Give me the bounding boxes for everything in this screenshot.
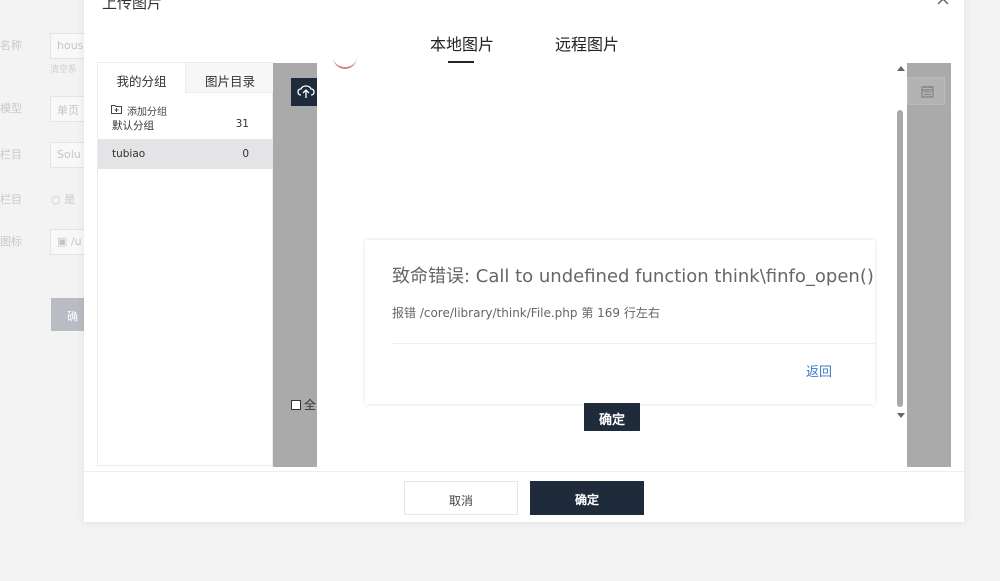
back-link[interactable]: 返回 xyxy=(806,361,832,380)
scroll-up-icon[interactable] xyxy=(897,66,905,71)
group-name: 默认分组 xyxy=(112,120,154,132)
group-count: 0 xyxy=(242,148,249,160)
tab-remote-images[interactable]: 远程图片 xyxy=(555,31,619,55)
tab-local-images[interactable]: 本地图片 xyxy=(430,31,494,55)
close-icon[interactable] xyxy=(934,0,952,8)
error-frame: 致命错误: Call to undefined function think\f… xyxy=(317,63,907,467)
image-icon: ▣ xyxy=(57,235,71,248)
scroll-thumb[interactable] xyxy=(897,110,903,407)
modal-title: 上传图片 xyxy=(102,0,163,12)
bg-label-model: 模型 xyxy=(0,102,22,115)
group-item-default[interactable]: 默认分组 31 xyxy=(98,109,273,139)
bg-input-icon-value: /u xyxy=(70,235,82,248)
date-picker[interactable] xyxy=(907,77,945,105)
select-all-checkbox[interactable]: 全 xyxy=(291,396,316,413)
error-detail: 报错 /core/library/think/File.php 第 169 行左… xyxy=(392,306,660,320)
footer-divider xyxy=(84,471,964,472)
bg-clear-text: 清空系 xyxy=(50,65,78,75)
group-panel: 我的分组 图片目录 添加分组 默认分组 31 tubiao 0 xyxy=(97,62,274,466)
divider xyxy=(392,343,875,344)
checkbox-icon xyxy=(291,399,301,410)
group-item-tubiao[interactable]: tubiao 0 xyxy=(98,139,273,169)
inner-confirm-button[interactable]: 确定 xyxy=(584,403,640,431)
select-all-label: 全 xyxy=(304,398,317,412)
group-name: tubiao xyxy=(112,148,146,160)
scroll-down-icon[interactable] xyxy=(897,413,905,418)
tab-my-groups[interactable]: 我的分组 xyxy=(98,63,186,93)
bg-label-column: 栏目 xyxy=(0,148,22,161)
bg-label-column-2: 栏目 xyxy=(0,193,22,206)
error-title: 致命错误: Call to undefined function think\f… xyxy=(392,266,874,287)
group-panel-tabs: 我的分组 图片目录 xyxy=(98,63,274,93)
calendar-icon xyxy=(921,86,934,98)
group-count: 31 xyxy=(235,118,249,130)
bg-radio-label: 是 xyxy=(64,193,76,206)
bg-label-name: 名称 xyxy=(0,39,22,52)
bg-radio[interactable]: ○ 是 xyxy=(51,191,75,207)
cancel-button[interactable]: 取消 xyxy=(404,481,518,515)
upload-image-modal: 上传图片 本地图片 远程图片 我的分组 图片目录 添加分组 默认分组 31 tu… xyxy=(84,0,964,522)
tab-image-directory[interactable]: 图片目录 xyxy=(186,63,274,93)
confirm-button[interactable]: 确定 xyxy=(530,481,644,515)
scrollbar[interactable] xyxy=(894,63,907,467)
error-card: 致命错误: Call to undefined function think\f… xyxy=(365,240,875,404)
bg-label-icon: 图标 xyxy=(0,235,22,248)
